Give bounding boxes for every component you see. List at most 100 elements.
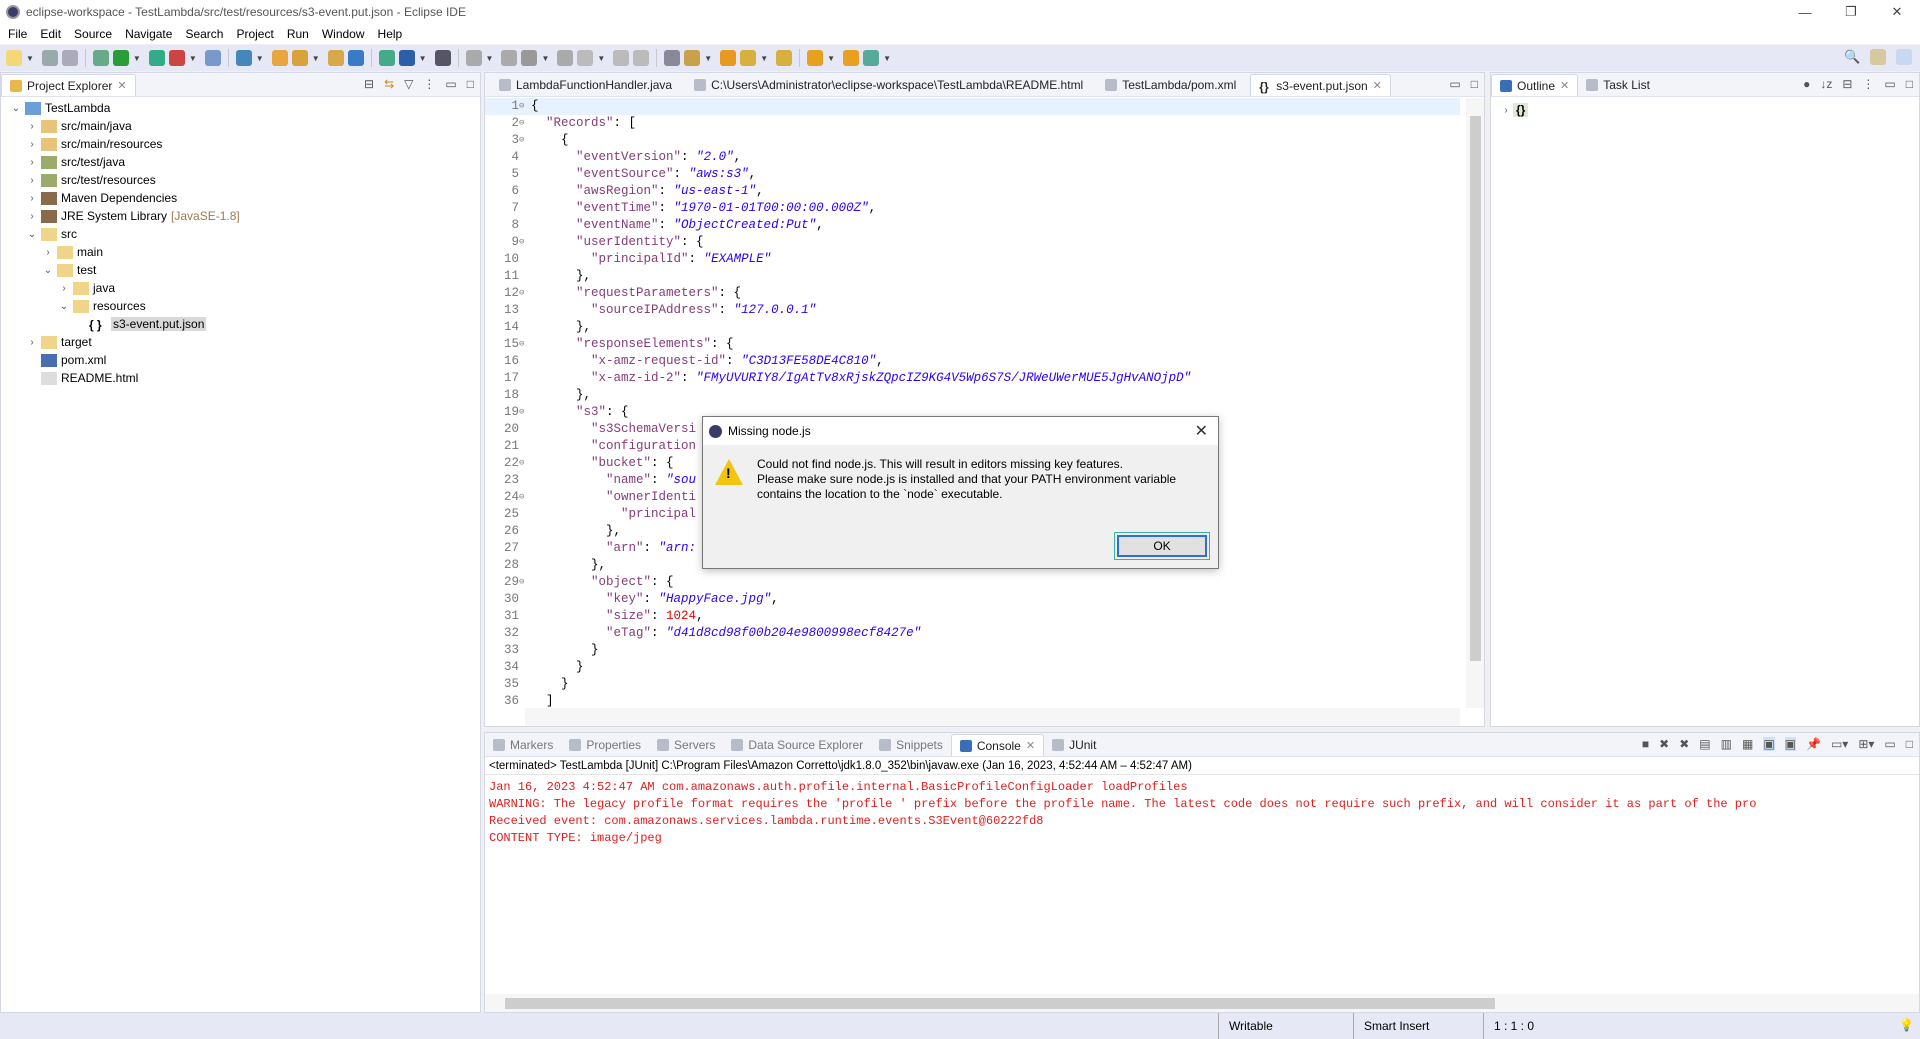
scrollbar-thumb[interactable] (505, 998, 1495, 1009)
fold-toggle-icon[interactable]: ⊖ (519, 455, 529, 472)
resume-icon[interactable] (465, 50, 482, 66)
open-console-icon[interactable]: ⊞▾ (1858, 737, 1874, 751)
step-into-icon[interactable] (577, 50, 594, 66)
tab-data-source-explorer[interactable]: Data Source Explorer (723, 734, 871, 756)
expand-arrow-icon[interactable]: › (25, 139, 39, 150)
tab-project-explorer[interactable]: Project Explorer ✕ (1, 74, 136, 96)
dropdown-arrow-icon[interactable]: ▼ (26, 54, 34, 63)
tab-lambdafunctionhandler-java[interactable]: LambdaFunctionHandler.java (491, 74, 680, 96)
word-wrap-icon[interactable]: ▦ (1742, 737, 1753, 751)
collapse-all-icon[interactable]: ⊟ (1842, 77, 1852, 91)
tree-item-src-test-resources[interactable]: › src/test/resources (1, 171, 480, 189)
forward-icon[interactable] (843, 50, 860, 66)
show-on-stdout-icon[interactable]: ▣ (1763, 737, 1775, 751)
dropdown-arrow-icon[interactable]: ▼ (704, 54, 712, 63)
filter-icon[interactable]: ▽ (404, 77, 413, 91)
view-menu-icon[interactable]: ⋮ (423, 77, 435, 91)
menu-search[interactable]: Search (185, 27, 223, 41)
menu-window[interactable]: Window (322, 27, 365, 41)
lightbulb-icon[interactable]: 💡 (1899, 1018, 1914, 1032)
expand-arrow-icon[interactable]: › (57, 283, 71, 294)
skip-breakpoints-icon[interactable] (434, 50, 451, 66)
fold-toggle-icon[interactable]: ⊖ (519, 285, 529, 302)
tab-markers[interactable]: Markers (485, 734, 561, 756)
tree-item-src[interactable]: ⌄ src (1, 225, 480, 243)
back-icon[interactable] (807, 50, 824, 66)
save-icon[interactable] (41, 50, 58, 66)
maximize-view-icon[interactable]: □ (1906, 737, 1913, 751)
console-icon[interactable] (398, 50, 415, 66)
tree-item-s3-event-put-json[interactable]: { } s3-event.put.json (1, 315, 480, 333)
tree-item-java[interactable]: › java (1, 279, 480, 297)
horizontal-scrollbar[interactable] (525, 708, 1460, 726)
previous-annotation-icon[interactable] (776, 50, 793, 66)
word-wrap-icon[interactable] (664, 50, 681, 66)
console-output[interactable]: Jan 16, 2023 4:52:47 AM com.amazonaws.au… (485, 775, 1919, 847)
step-over-icon[interactable] (613, 50, 630, 66)
dropdown-arrow-icon[interactable]: ▼ (419, 54, 427, 63)
tree-item-src-test-java[interactable]: › src/test/java (1, 153, 480, 171)
tree-item-maven-dependencies[interactable]: › Maven Dependencies (1, 189, 480, 207)
hide-fields-icon[interactable]: ● (1803, 77, 1810, 91)
expand-arrow-icon[interactable]: › (25, 157, 39, 168)
tree-item-target[interactable]: › target (1, 333, 480, 351)
new-java-project-icon[interactable] (204, 50, 221, 66)
tab-console[interactable]: Console ✕ (950, 734, 1045, 756)
run-icon[interactable] (112, 50, 129, 66)
close-tab-icon[interactable]: ✕ (1026, 739, 1035, 752)
minimize-view-icon[interactable]: ▭ (1449, 77, 1460, 91)
ok-button[interactable]: OK (1117, 535, 1207, 557)
close-tab-icon[interactable]: ✕ (117, 79, 126, 92)
tree-item-testlambda[interactable]: ⌄ TestLambda (1, 99, 480, 117)
scroll-lock-icon[interactable]: ▥ (1721, 737, 1732, 751)
dropdown-arrow-icon[interactable]: ▼ (486, 54, 494, 63)
tree-item-resources[interactable]: ⌄ resources (1, 297, 480, 315)
tab-outline[interactable]: Outline ✕ (1491, 74, 1579, 96)
disconnect-icon[interactable] (557, 50, 574, 66)
collapse-arrow-icon[interactable]: ⌄ (57, 301, 71, 312)
tab-c-users-administrator-eclipse-workspace-testlambda-readme-html[interactable]: C:\Users\Administrator\eclipse-workspace… (686, 74, 1091, 96)
maximize-view-icon[interactable]: □ (1471, 77, 1478, 91)
tab-snippets[interactable]: Snippets (871, 734, 951, 756)
link-with-editor-icon[interactable]: ⇆ (384, 77, 394, 91)
pin-console-icon[interactable]: 📌 (1806, 737, 1821, 751)
dropdown-arrow-icon[interactable]: ▼ (827, 54, 835, 63)
remove-all-terminated-icon[interactable]: ✖ (1679, 737, 1689, 751)
dropdown-arrow-icon[interactable]: ▼ (312, 54, 320, 63)
tree-item-src-main-resources[interactable]: › src/main/resources (1, 135, 480, 153)
java-element-icon[interactable] (720, 50, 737, 66)
collapse-all-icon[interactable]: ⊟ (364, 77, 374, 91)
minimize-view-icon[interactable]: ▭ (1884, 77, 1895, 91)
expand-arrow-icon[interactable]: › (25, 121, 39, 132)
maximize-view-icon[interactable]: □ (467, 77, 474, 91)
tab-testlambda-pom-xml[interactable]: TestLambda/pom.xml (1097, 74, 1244, 96)
save-all-icon[interactable] (61, 50, 78, 66)
dropdown-arrow-icon[interactable]: ▼ (189, 54, 197, 63)
tree-item-jre-system-library[interactable]: › JRE System Library [JavaSE-1.8] (1, 207, 480, 225)
dropdown-arrow-icon[interactable]: ▼ (597, 54, 605, 63)
vertical-scrollbar[interactable] (1466, 98, 1484, 708)
step-return-icon[interactable] (633, 50, 650, 66)
open-perspective-icon[interactable] (1870, 49, 1886, 65)
fold-toggle-icon[interactable]: ⊖ (519, 336, 529, 353)
dialog-close-button[interactable]: ✕ (1195, 421, 1208, 441)
pin-icon[interactable] (863, 50, 880, 66)
sort-icon[interactable]: ↓z (1820, 77, 1832, 91)
search-icon[interactable] (327, 50, 344, 66)
display-console-icon[interactable]: ▭▾ (1831, 737, 1848, 751)
expand-icon[interactable]: › (1499, 105, 1513, 116)
terminate-icon[interactable] (521, 50, 538, 66)
dropdown-arrow-icon[interactable]: ▼ (133, 54, 141, 63)
tab-servers[interactable]: Servers (649, 734, 723, 756)
fold-toggle-icon[interactable]: ⊖ (519, 98, 529, 115)
open-type-icon[interactable] (271, 50, 288, 66)
fold-toggle-icon[interactable]: ⊖ (519, 489, 529, 506)
expand-arrow-icon[interactable]: › (25, 193, 39, 204)
dropdown-arrow-icon[interactable]: ▼ (541, 54, 549, 63)
next-annotation-icon[interactable] (740, 50, 757, 66)
tree-item-test[interactable]: ⌄ test (1, 261, 480, 279)
menu-run[interactable]: Run (287, 27, 309, 41)
view-menu-icon[interactable]: ⋮ (1862, 77, 1874, 91)
dropdown-arrow-icon[interactable]: ▼ (883, 54, 891, 63)
expand-arrow-icon[interactable]: › (25, 175, 39, 186)
